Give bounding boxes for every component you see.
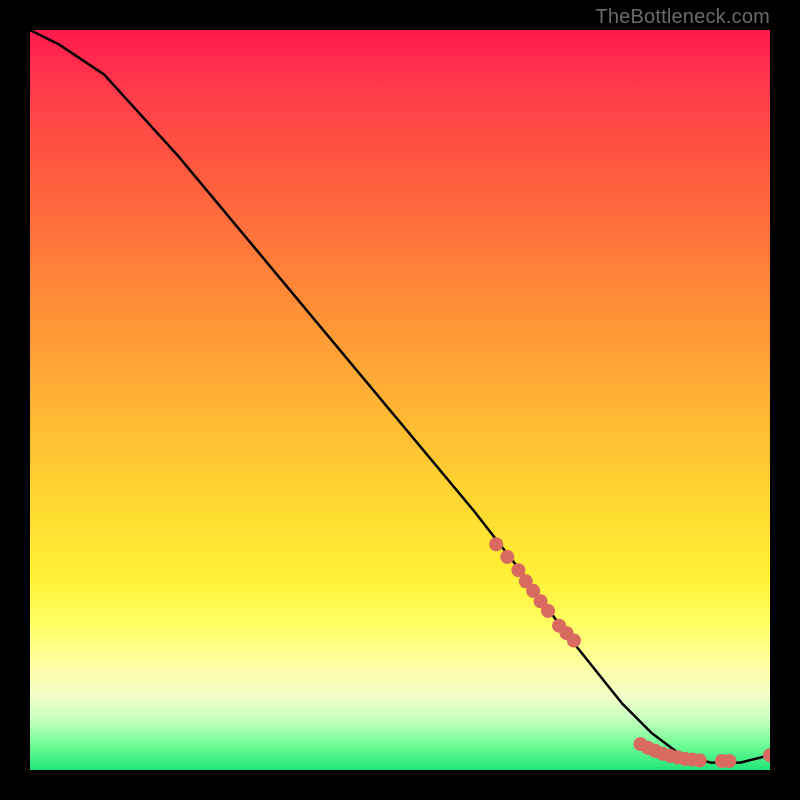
- data-point: [541, 604, 555, 618]
- data-point: [722, 754, 736, 768]
- plot-area: [30, 30, 770, 770]
- data-point: [567, 634, 581, 648]
- chart-dots: [489, 537, 770, 768]
- data-point: [763, 748, 770, 762]
- chart-curve: [30, 30, 770, 763]
- data-point: [500, 550, 514, 564]
- data-point: [489, 537, 503, 551]
- chart-overlay: [30, 30, 770, 770]
- chart-frame: TheBottleneck.com: [0, 0, 800, 800]
- watermark-text: TheBottleneck.com: [595, 6, 770, 29]
- data-point: [693, 753, 707, 767]
